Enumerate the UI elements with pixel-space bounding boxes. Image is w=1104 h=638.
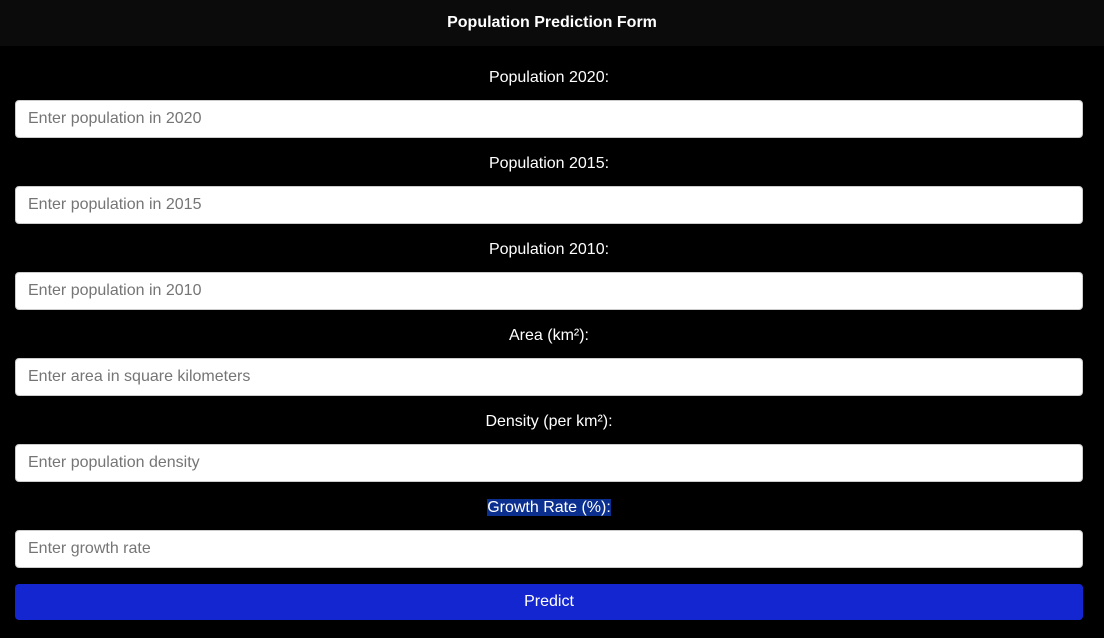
- page-title: Population Prediction Form: [447, 14, 657, 31]
- growth-rate-label-row: Growth Rate (%):: [15, 498, 1083, 518]
- growth-rate-label: Growth Rate (%):: [487, 499, 611, 516]
- field-population-2015: Population 2015:: [15, 154, 1083, 224]
- area-input[interactable]: [15, 358, 1083, 396]
- header-bar: Population Prediction Form: [0, 0, 1104, 46]
- field-area: Area (km²):: [15, 326, 1083, 396]
- density-input[interactable]: [15, 444, 1083, 482]
- population-2010-label: Population 2010:: [488, 241, 610, 258]
- population-2020-input[interactable]: [15, 100, 1083, 138]
- area-label: Area (km²):: [509, 327, 589, 344]
- prediction-page: Population Prediction Form Population 20…: [0, 0, 1104, 638]
- density-label: Density (per km²):: [485, 413, 613, 430]
- predict-button[interactable]: Predict: [15, 584, 1083, 620]
- field-population-2010: Population 2010:: [15, 240, 1083, 310]
- growth-rate-input[interactable]: [15, 530, 1083, 568]
- population-2010-input[interactable]: [15, 272, 1083, 310]
- field-population-2020: Population 2020:: [15, 68, 1083, 138]
- population-2015-label: Population 2015:: [488, 155, 610, 172]
- field-growth-rate: Growth Rate (%):: [15, 498, 1083, 568]
- field-density: Density (per km²):: [15, 412, 1083, 482]
- population-2015-input[interactable]: [15, 186, 1083, 224]
- population-2020-label: Population 2020:: [488, 69, 610, 86]
